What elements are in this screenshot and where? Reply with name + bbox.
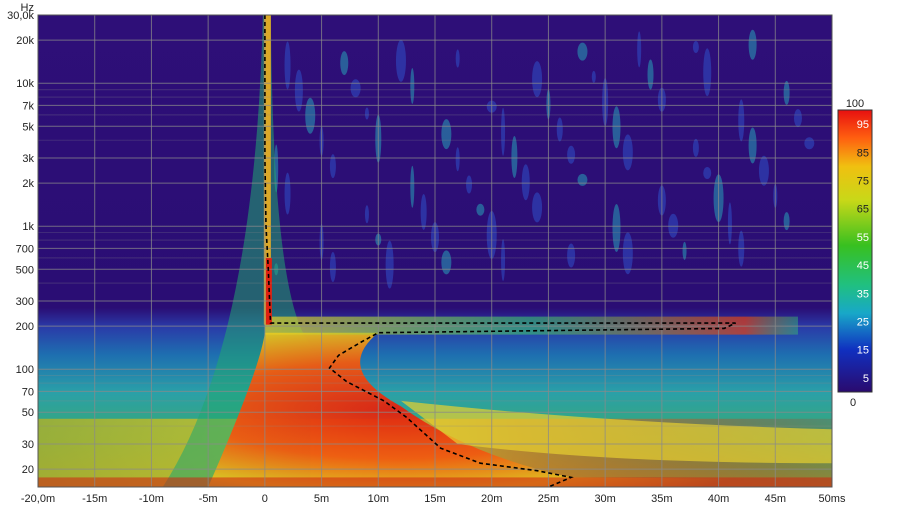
- heatmap-speckle: [364, 107, 369, 120]
- heatmap-speckle: [682, 241, 687, 260]
- heatmap-speckle: [511, 136, 518, 179]
- heatmap-speckle: [622, 232, 633, 275]
- heatmap-speckle: [284, 41, 291, 90]
- x-axis-ticks: -20,0m -15m -10m -5m 0 5m 10m 15m 20m 25m 30m 35m 40…: [21, 493, 846, 505]
- y-tick-label: 1k: [22, 221, 34, 233]
- y-axis-ticks: 30,0k20k10k7k5k3k2k1k7005003002001007050…: [7, 10, 34, 476]
- heatmap-speckle: [577, 42, 588, 61]
- colorbar-tick-label: 5: [863, 373, 869, 385]
- heatmap-speckle: [612, 106, 621, 149]
- heatmap-speckle: [804, 137, 815, 150]
- heatmap-speckle: [758, 155, 769, 186]
- y-tick-label: 50: [22, 407, 34, 419]
- x-tick-label: 25m: [538, 493, 559, 505]
- y-tick-label: 200: [16, 321, 34, 333]
- y-tick-label: 5k: [22, 121, 34, 133]
- y-tick-label: 10k: [16, 78, 34, 90]
- x-tick-label: 35m: [651, 493, 672, 505]
- heatmap-speckle: [556, 117, 563, 142]
- colorbar-tick-label: 55: [857, 232, 869, 244]
- x-tick-label: 15m: [424, 493, 445, 505]
- colorbar-tick-label: 85: [857, 147, 869, 159]
- y-tick-label: 2k: [22, 178, 34, 190]
- x-tick-label: 50ms: [819, 493, 846, 505]
- heatmap-speckle: [703, 167, 712, 180]
- colorbar-min-label: 0: [850, 397, 856, 409]
- heatmap-speckle: [567, 243, 576, 268]
- x-tick-label: -10m: [139, 493, 164, 505]
- colorbar-tick-label: 45: [857, 260, 869, 272]
- colorbar-tick-label: 25: [857, 317, 869, 329]
- heatmap-speckle: [577, 173, 588, 186]
- heatmap-speckle: [441, 119, 452, 150]
- y-tick-label: 30: [22, 439, 34, 451]
- heatmap-speckle: [532, 192, 543, 223]
- heatmap-speckle: [420, 193, 427, 230]
- x-tick-label: 45m: [765, 493, 786, 505]
- heatmap-speckle: [591, 70, 596, 83]
- colorbar-tick-label: 15: [857, 345, 869, 357]
- y-tick-label: 300: [16, 296, 34, 308]
- y-tick-label: 500: [16, 264, 34, 276]
- heatmap-speckle: [521, 164, 530, 201]
- heatmap-speckle: [410, 67, 415, 104]
- y-tick-label: 20: [22, 464, 34, 476]
- heatmap-speckle: [612, 204, 621, 253]
- heatmap-speckle: [793, 109, 802, 128]
- heatmap-speckle: [727, 202, 732, 245]
- heatmap-speckle: [703, 48, 712, 97]
- y-tick-label: 3k: [22, 153, 34, 165]
- heatmap-speckle: [466, 175, 473, 194]
- heatmap-speckle: [364, 205, 369, 224]
- heatmap-speckle: [410, 165, 415, 208]
- heatmap-speckle: [476, 203, 485, 216]
- heatmap-speckle: [783, 80, 790, 105]
- heatmap-speckle: [532, 61, 543, 98]
- heatmap-speckle: [284, 172, 291, 215]
- colorbar-tick-label: 65: [857, 204, 869, 216]
- heatmap-speckle: [692, 41, 699, 54]
- resonance-band-200hz: [264, 316, 798, 335]
- y-tick-label: 20k: [16, 35, 34, 47]
- heatmap-speckle: [692, 138, 699, 157]
- heatmap-speckle: [340, 51, 349, 76]
- heatmap-speckle: [455, 49, 460, 68]
- y-tick-label: 7k: [22, 100, 34, 112]
- y-tick-label: 100: [16, 364, 34, 376]
- x-tick-label: 40m: [708, 493, 729, 505]
- x-tick-label: 30m: [594, 493, 615, 505]
- heatmap-speckle: [783, 212, 790, 231]
- x-tick-label: -15m: [82, 493, 107, 505]
- colorbar-tick-label: 95: [857, 119, 869, 131]
- y-tick-label: 70: [22, 386, 34, 398]
- x-tick-label: 10m: [368, 493, 389, 505]
- x-tick-label: 20m: [481, 493, 502, 505]
- colorbar-tick-label: 75: [857, 176, 869, 188]
- heatmap-speckle: [567, 145, 576, 164]
- x-tick-label: 5m: [314, 493, 329, 505]
- heatmap-speckle: [441, 250, 452, 275]
- x-tick-label: 0: [262, 493, 268, 505]
- heatmap-speckle: [350, 79, 361, 98]
- colorbar: 100 0 5 15 25 35 45 55 65 75 85 95: [837, 98, 873, 409]
- x-tick-label: -20,0m: [21, 493, 55, 505]
- colorbar-max-label: 100: [846, 98, 864, 110]
- colorbar-tick-label: 35: [857, 288, 869, 300]
- heatmap-speckle: [637, 31, 642, 68]
- heatmap-speckle: [455, 147, 460, 172]
- x-tick-label: -5m: [199, 493, 218, 505]
- heatmap-speckle: [647, 59, 654, 90]
- heatmap-speckle: [748, 29, 757, 60]
- spectrogram-chart: -20,0m -15m -10m -5m 0 5m 10m 15m 20m 25m 30m 35m 40…: [7, 2, 873, 505]
- heatmap-speckle: [501, 239, 506, 282]
- y-axis-unit: Hz: [21, 2, 34, 14]
- heatmap-speckle: [305, 97, 316, 134]
- y-tick-label: 700: [16, 243, 34, 255]
- heatmap-speckle: [395, 39, 406, 82]
- heatmap-speckle: [329, 251, 336, 282]
